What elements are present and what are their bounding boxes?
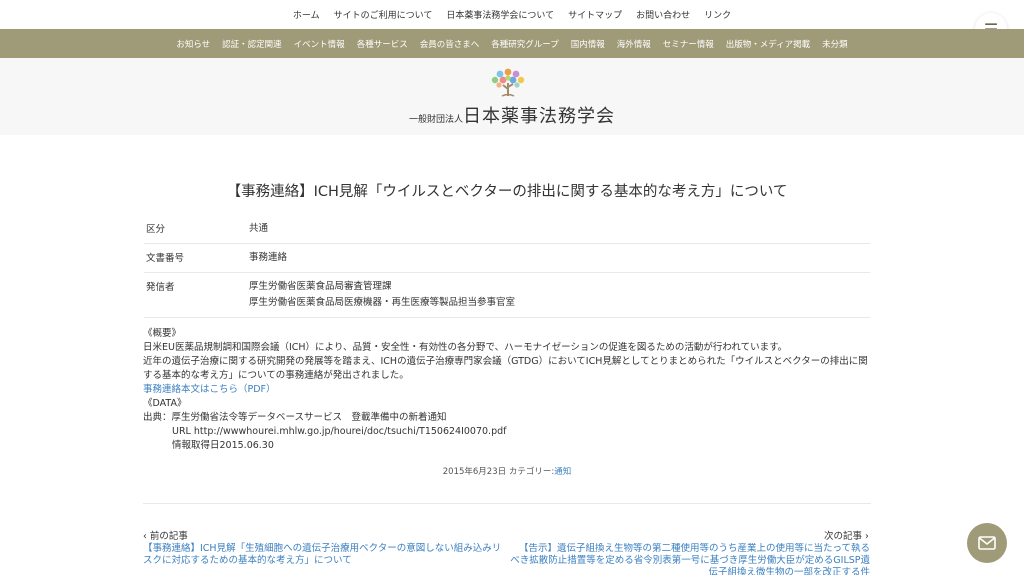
meta-key: 区分 — [146, 224, 166, 235]
issuer-line: 厚生労働省医薬食品局医療機器・再生医療等製品担当参事官室 — [249, 297, 516, 308]
brand-prefix: 一般財団法人 — [408, 115, 463, 125]
main-nav: お知らせ 認証・認定関連 イベント情報 各種サービス 会員の皆さまへ 各種研究グ… — [0, 29, 1024, 58]
main-nav-research-groups[interactable]: 各種研究グループ — [491, 38, 559, 50]
next-post-label: 次の記事 › — [824, 531, 869, 542]
issuer-line: 厚生労働省医薬食品局審査管理課 — [249, 281, 392, 292]
article-body: 《概要》 日米EU医薬品規制調和国際会議（ICH）により、品質・安全性・有効性の… — [143, 327, 873, 453]
main-nav-seminars[interactable]: セミナー情報 — [663, 38, 714, 50]
brand-name: 日本薬事法務学会 — [463, 106, 615, 127]
main-nav-news[interactable]: お知らせ — [176, 38, 210, 50]
main-nav-members[interactable]: 会員の皆さまへ — [420, 38, 480, 50]
top-nav-site-usage[interactable]: サイトのご利用について — [334, 8, 433, 21]
main-nav-domestic[interactable]: 国内情報 — [571, 38, 605, 50]
main-nav-events[interactable]: イベント情報 — [294, 38, 345, 50]
category-link[interactable]: 通知 — [554, 467, 571, 477]
prev-post-label: ‹ 前の記事 — [143, 531, 188, 542]
meta-row-category: 区分 共通 — [144, 215, 870, 244]
summary-paragraph: 近年の遺伝子治療に関する研究開発の発展等を踏まえ、ICHの遺伝子治療専門家会議（… — [143, 356, 868, 381]
meta-key: 発信者 — [146, 282, 175, 293]
top-nav-home[interactable]: ホーム — [293, 8, 320, 21]
data-heading: 《DATA》 — [143, 398, 187, 409]
top-nav-links[interactable]: リンク — [704, 8, 731, 21]
meta-value: 事務連絡 — [249, 252, 288, 263]
divider — [143, 503, 871, 504]
posted-date: 2015年6月23日 カテゴリー: — [442, 467, 555, 477]
top-nav-contact[interactable]: お問い合わせ — [636, 8, 690, 21]
next-post-link[interactable]: 【告示】遺伝子組換え生物等の第二種使用等のうち産業上の使用等に当たって執るべき拡… — [510, 543, 870, 575]
mail-icon — [978, 536, 996, 550]
data-date: 情報取得日2015.06.30 — [172, 440, 274, 451]
meta-row-issuer: 発信者 厚生労働省医薬食品局審査管理課 厚生労働省医薬食品局医療機器・再生医療等… — [144, 273, 870, 318]
main-nav-publications[interactable]: 出版物・メディア掲載 — [726, 38, 810, 50]
tree-logo-icon[interactable] — [488, 64, 528, 100]
top-nav: ホーム サイトのご利用について 日本薬事法務学会について サイトマップ お問い合… — [0, 0, 1024, 28]
main-nav-services[interactable]: 各種サービス — [357, 38, 408, 50]
meta-value: 厚生労働省医薬食品局審査管理課 厚生労働省医薬食品局医療機器・再生医療等製品担当… — [249, 279, 515, 311]
top-nav-about[interactable]: 日本薬事法務学会について — [446, 8, 554, 21]
data-url: URL http://wwwhourei.mhlw.go.jp/hourei/d… — [172, 426, 507, 437]
prev-post-link[interactable]: 【事務連絡】ICH見解「生殖細胞への遺伝子治療用ベクターの意図しない組み込みリス… — [143, 543, 503, 567]
pdf-link[interactable]: 事務連絡本文はこちら（PDF） — [143, 384, 276, 395]
main-nav-uncategorized[interactable]: 未分類 — [822, 38, 848, 50]
site-brand[interactable]: 一般財団法人日本薬事法務学会 — [0, 102, 1024, 128]
article-title: 【事務連絡】ICH見解「ウイルスとベクターの排出に関する基本的な考え方」について — [226, 184, 788, 200]
mail-button[interactable] — [967, 523, 1007, 563]
article-meta-table: 区分 共通 文書番号 事務連絡 発信者 厚生労働省医薬食品局審査管理課 厚生労働… — [144, 215, 870, 318]
main-nav-certification[interactable]: 認証・認定関連 — [222, 38, 282, 50]
summary-heading: 《概要》 — [143, 328, 182, 339]
meta-key: 文書番号 — [146, 253, 185, 264]
post-meta: 2015年6月23日 カテゴリー:通知 — [0, 465, 1014, 477]
meta-value: 共通 — [249, 223, 269, 234]
meta-row-docno: 文書番号 事務連絡 — [144, 244, 870, 273]
summary-paragraph: 日米EU医薬品規制調和国際会議（ICH）により、品質・安全性・有効性の各分野で、… — [143, 342, 788, 353]
top-nav-sitemap[interactable]: サイトマップ — [568, 8, 622, 21]
data-source: 出典：厚生労働省法令等データベースサービス 登載準備中の新着通知 — [143, 412, 447, 423]
main-nav-overseas[interactable]: 海外情報 — [617, 38, 651, 50]
